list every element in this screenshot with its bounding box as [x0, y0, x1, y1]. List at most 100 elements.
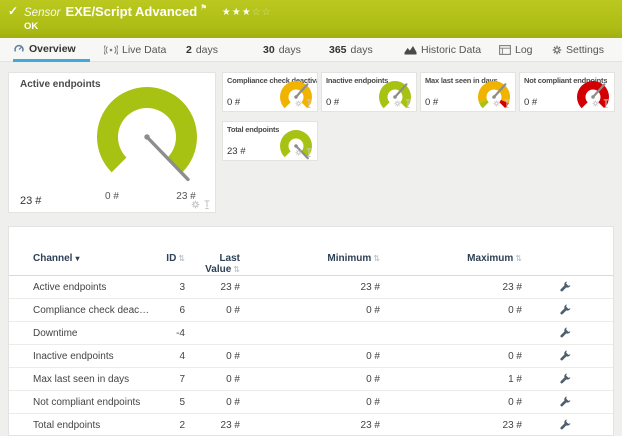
channel-settings-button[interactable]: [530, 304, 601, 315]
table-row: Compliance check deactivated60 #0 #0 #: [9, 298, 613, 321]
wrench-icon[interactable]: [560, 327, 571, 338]
tab-label: days: [279, 44, 301, 56]
channel-settings-button[interactable]: [530, 281, 601, 292]
pin-icon: [602, 98, 610, 109]
broadcast-icon: [104, 45, 118, 55]
cell-id: 3: [151, 282, 193, 293]
gauge-value: 23 #: [20, 195, 41, 207]
pin-icon[interactable]: [404, 98, 412, 109]
tab-settings[interactable]: Settings: [552, 38, 604, 62]
col-header-minimum[interactable]: Minimum⇅: [248, 253, 388, 264]
wrench-icon[interactable]: [560, 396, 571, 407]
wrench-icon[interactable]: [560, 350, 571, 361]
tab-label: Settings: [566, 44, 604, 56]
tab-label: days: [351, 44, 373, 56]
tab-days[interactable]: 365days: [329, 38, 373, 62]
gear-icon[interactable]: [493, 100, 500, 107]
gauge-title: Total endpoints: [227, 125, 279, 134]
channel-settings-button[interactable]: [530, 350, 601, 361]
priority-stars[interactable]: ★★★☆☆: [222, 7, 272, 18]
tab-log[interactable]: Log: [499, 38, 533, 62]
col-header-channel[interactable]: Channel▾: [33, 253, 151, 264]
tab-days[interactable]: 2days: [186, 38, 218, 62]
sort-icon: ⇅: [515, 254, 522, 263]
status-check-icon: ✓: [8, 4, 18, 18]
cell-minimum: 0 #: [248, 351, 388, 362]
wrench-icon[interactable]: [560, 373, 571, 384]
compliance-check-deactivated-card: Compliance check deactivated0 #: [222, 72, 318, 112]
cell-id: 7: [151, 374, 193, 385]
cell-id: 6: [151, 305, 193, 316]
cell-minimum: 23 #: [248, 420, 388, 431]
gear-icon: [295, 149, 302, 156]
tab-number: 2: [186, 44, 192, 56]
pin-icon: [503, 98, 511, 109]
table-row: Not compliant endpoints50 #0 #0 #: [9, 390, 613, 413]
gear-icon[interactable]: [295, 100, 302, 107]
gear-icon[interactable]: [592, 100, 599, 107]
gear-icon: [493, 100, 500, 107]
cell-maximum: 23 #: [388, 420, 530, 431]
cell-maximum: 1 #: [388, 374, 530, 385]
log-icon: [499, 45, 511, 55]
tab-overview[interactable]: Overview: [13, 38, 90, 62]
table-row: Total endpoints223 #23 #23 #: [9, 413, 613, 436]
gear-icon[interactable]: [295, 149, 302, 156]
card-tools: [191, 199, 211, 210]
total-endpoints-card: Total endpoints23 #: [222, 121, 318, 161]
pin-icon[interactable]: [305, 147, 313, 158]
sort-icon: ⇅: [178, 254, 185, 263]
channel-settings-button[interactable]: [530, 327, 601, 338]
cell-id: -4: [151, 328, 193, 339]
cell-channel: Not compliant endpoints: [33, 397, 151, 408]
col-header-id[interactable]: ID⇅: [151, 253, 193, 264]
inactive-endpoints-card: Inactive endpoints0 #: [321, 72, 417, 112]
pin-icon: [305, 147, 313, 158]
gauge-icon: [13, 43, 25, 54]
sensor-header: ✓ SensorEXE/Script Advanced⚑ ★★★☆☆ OK: [0, 0, 622, 38]
gauge-value: 0 #: [227, 97, 240, 108]
gear-icon[interactable]: [394, 100, 401, 107]
gauge-min-label: 0 #: [97, 191, 127, 202]
table-header-row: Channel▾ ID⇅ LastValue⇅ Minimum⇅ Maximum…: [9, 227, 613, 275]
pin-icon: [305, 98, 313, 109]
pin-icon[interactable]: [602, 98, 610, 109]
tab-label: Historic Data: [421, 44, 481, 56]
log-icon: [499, 45, 511, 55]
cell-last-value: 23 #: [193, 282, 248, 293]
tab-label: Overview: [29, 43, 76, 55]
cell-minimum: 23 #: [248, 282, 388, 293]
max-last-seen-in-days-card: Max last seen in days0 #: [420, 72, 516, 112]
sensor-kind-label: Sensor: [24, 7, 60, 19]
channel-settings-button[interactable]: [530, 419, 601, 430]
wrench-icon[interactable]: [560, 419, 571, 430]
tab-historic-data[interactable]: Historic Data: [404, 38, 481, 62]
cell-id: 5: [151, 397, 193, 408]
tab-label: Log: [515, 44, 533, 56]
gear-icon: [295, 100, 302, 107]
wrench-icon[interactable]: [560, 304, 571, 315]
active-endpoints-gauge: [89, 79, 205, 195]
col-header-maximum[interactable]: Maximum⇅: [388, 253, 530, 264]
cell-maximum: 0 #: [388, 351, 530, 362]
flag-icon: ⚑: [200, 3, 207, 12]
gear-icon[interactable]: [191, 200, 200, 209]
col-header-last-value[interactable]: LastValue⇅: [193, 253, 248, 275]
channel-settings-button[interactable]: [530, 373, 601, 384]
cell-minimum: 0 #: [248, 397, 388, 408]
cell-channel: Inactive endpoints: [33, 351, 151, 362]
cell-id: 4: [151, 351, 193, 362]
sensor-status-badge: OK: [24, 21, 38, 32]
card-tools: [394, 98, 412, 109]
wrench-icon[interactable]: [560, 281, 571, 292]
table-row: Max last seen in days70 #0 #1 #: [9, 367, 613, 390]
pin-icon: [404, 98, 412, 109]
channel-settings-button[interactable]: [530, 396, 601, 407]
pin-icon[interactable]: [305, 98, 313, 109]
tab-live-data[interactable]: Live Data: [104, 38, 166, 62]
stars-filled: ★★★: [222, 7, 252, 18]
broadcast-icon: [104, 45, 118, 55]
pin-icon[interactable]: [503, 98, 511, 109]
pin-icon[interactable]: [203, 199, 211, 210]
tab-days[interactable]: 30days: [263, 38, 301, 62]
